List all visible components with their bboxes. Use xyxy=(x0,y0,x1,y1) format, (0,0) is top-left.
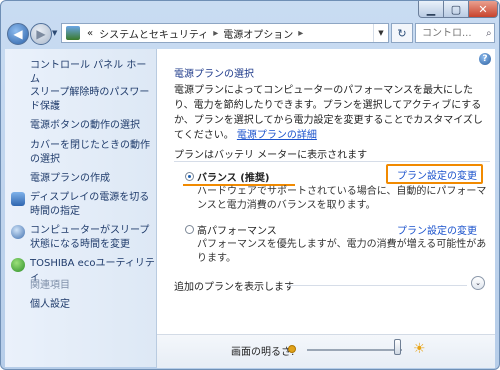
control-panel-window: ▁ ▢ ✕ ◀ ▶ ▼ « システムとセキュリティ ▸ 電源オプション ▸ ▼ … xyxy=(0,0,500,370)
plan-high-performance-name[interactable]: 高パフォーマンス xyxy=(197,222,277,237)
title-bar: ▁ ▢ ✕ xyxy=(1,1,499,19)
main-content: ? 電源プランの選択 電源プランによってコンピューターのパフォーマンスを最大にし… xyxy=(157,49,495,334)
sidebar-home-link[interactable]: コントロール パネル ホーム xyxy=(30,59,155,87)
page-description: 電源プランによってコンピューターのパフォーマンスを最大にしたり、電力を節約したり… xyxy=(174,83,490,143)
sidebar-item-personalize[interactable]: 個人設定 xyxy=(30,298,155,312)
breadcrumb-overflow[interactable]: « xyxy=(87,28,93,39)
high-performance-change-settings-link[interactable]: プラン設定の変更 xyxy=(397,222,477,237)
plan-high-performance-radio[interactable] xyxy=(185,225,194,234)
brightness-bar: 画面の明るさ: ☀ xyxy=(157,334,495,368)
address-bar[interactable]: « システムとセキュリティ ▸ 電源オプション ▸ ▼ xyxy=(61,23,389,43)
balanced-change-settings-link[interactable]: プラン設定の変更 xyxy=(397,167,477,182)
sidebar: コントロール パネル ホーム スリープ解除時のパスワード保護 電源ボタンの動作の… xyxy=(5,49,157,367)
refresh-button[interactable]: ↻ xyxy=(391,23,413,43)
back-button[interactable]: ◀ xyxy=(7,23,29,45)
sidebar-item-sleep-time[interactable]: コンピューターがスリープ状態になる時間を変更 xyxy=(30,224,155,252)
plan-balanced-description: ハードウェアでサポートされている場合に、自動的にパフォーマンスと電力消費のバラン… xyxy=(197,186,487,211)
maximize-button[interactable]: ▢ xyxy=(443,1,469,18)
sleep-moon-icon xyxy=(11,225,25,239)
minimize-button[interactable]: ▁ xyxy=(418,1,444,18)
search-box[interactable]: ⌕ xyxy=(415,23,495,43)
sidebar-item-wake-password[interactable]: スリープ解除時のパスワード保護 xyxy=(30,86,155,114)
plan-balanced-name[interactable]: バランス (推奨) xyxy=(197,169,269,184)
breadcrumb-separator-icon[interactable]: ▸ xyxy=(298,28,303,39)
power-plan-details-link[interactable]: 電源プランの詳細 xyxy=(237,130,317,141)
search-input[interactable] xyxy=(420,26,484,40)
plan-group-label: プランはバッテリ メーターに表示されます xyxy=(174,150,368,161)
sidebar-item-power-button[interactable]: 電源ボタンの動作の選択 xyxy=(30,119,155,133)
brightness-slider-track[interactable] xyxy=(307,349,402,351)
brightness-slider-thumb[interactable] xyxy=(394,339,402,355)
breadcrumb-power-options[interactable]: 電源オプション xyxy=(223,26,293,41)
breadcrumb-system-security[interactable]: システムとセキュリティ xyxy=(99,26,208,41)
forward-button[interactable]: ▶ xyxy=(30,23,52,45)
plan-balanced-radio[interactable] xyxy=(185,172,194,181)
additional-plans-divider xyxy=(287,285,467,286)
address-dropdown-icon[interactable]: ▼ xyxy=(373,24,388,42)
sidebar-item-create-plan[interactable]: 電源プランの作成 xyxy=(30,172,155,186)
sidebar-item-display-off[interactable]: ディスプレイの電源を切る時間の指定 xyxy=(30,191,155,219)
page-title: 電源プランの選択 xyxy=(174,69,254,80)
description-text: 電源プランによってコンピューターのパフォーマンスを最大にしたり、電力を節約したり… xyxy=(174,85,483,141)
breadcrumb-separator-icon[interactable]: ▸ xyxy=(213,28,218,39)
plan-high-performance-description: パフォーマンスを優先しますが、電力の消費が増える可能性があります。 xyxy=(197,239,487,264)
sidebar-related-header: 関連項目 xyxy=(30,280,70,291)
group-divider xyxy=(174,161,490,162)
recent-pages-dropdown-icon[interactable]: ▼ xyxy=(52,29,57,37)
show-additional-plans-label[interactable]: 追加のプランを表示します xyxy=(174,278,294,293)
expand-chevron-icon[interactable]: ⌄ xyxy=(471,276,485,290)
search-icon[interactable]: ⌕ xyxy=(486,28,492,39)
bright-sun-icon: ☀ xyxy=(413,341,426,357)
close-button[interactable]: ✕ xyxy=(468,1,498,18)
address-toolbar: ◀ ▶ ▼ « システムとセキュリティ ▸ 電源オプション ▸ ▼ ↻ ⌕ xyxy=(1,21,499,47)
brightness-label: 画面の明るさ: xyxy=(231,347,295,358)
control-panel-icon xyxy=(66,26,80,40)
dim-sun-icon xyxy=(288,345,296,353)
display-icon xyxy=(11,192,25,206)
help-icon[interactable]: ? xyxy=(479,53,491,65)
sidebar-item-lid-close[interactable]: カバーを閉じたときの動作の選択 xyxy=(30,139,155,167)
eco-leaf-icon xyxy=(11,258,25,272)
